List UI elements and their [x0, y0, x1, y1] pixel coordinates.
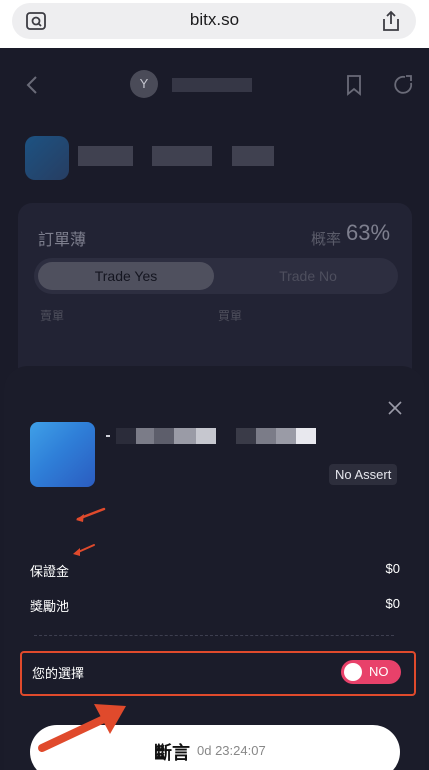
margin-value: $0: [385, 561, 400, 576]
tab-trade-no[interactable]: Trade No: [222, 262, 394, 290]
browser-address-bar: bitx.so: [0, 0, 429, 48]
share-icon[interactable]: [392, 74, 414, 96]
app-page: Y 訂單薄 概率 63% Trade Yes Trade No 賣單 買單 No…: [0, 48, 429, 770]
tab-trade-yes[interactable]: Trade Yes: [38, 262, 214, 290]
assert-button-label: 斷言: [154, 743, 190, 763]
probability-value: 63%: [346, 220, 391, 245]
column-buy: 買單: [218, 309, 243, 323]
annotation-arrow-button: [38, 704, 126, 752]
blurred-title-2: [152, 146, 212, 166]
annotation-arrow-margin: [76, 507, 106, 522]
market-thumbnail: [30, 422, 95, 487]
yes-no-toggle[interactable]: NO: [341, 660, 401, 684]
reward-pool-label: 獎勵池: [30, 600, 70, 615]
probability-label: 概率: [311, 230, 342, 248]
bookmark-icon[interactable]: [345, 74, 363, 96]
share-icon[interactable]: [380, 9, 402, 33]
blurred-title-1: [78, 146, 133, 166]
margin-label: 保證金: [30, 565, 70, 580]
dashed-divider: [34, 635, 394, 636]
trade-tabs: Trade Yes Trade No: [34, 258, 398, 294]
choice-label: 您的選擇: [32, 667, 85, 682]
market-thumbnail-small: [25, 136, 69, 180]
chevron-left-icon[interactable]: [24, 74, 40, 96]
toggle-knob: [344, 663, 362, 681]
toggle-text: NO: [369, 664, 389, 679]
orderbook-title: 訂單薄: [38, 230, 87, 249]
annotation-arrow-reward: [73, 544, 95, 556]
blurred-username: [172, 78, 252, 92]
blurred-market-title: [106, 428, 316, 444]
avatar[interactable]: Y: [130, 70, 158, 98]
blurred-title-3: [232, 146, 274, 166]
countdown-timer: 0d 23:24:07: [197, 743, 266, 758]
status-badge: No Assert: [329, 464, 398, 485]
reward-pool-value: $0: [385, 596, 400, 611]
column-sell: 賣單: [40, 309, 65, 323]
choice-row: 您的選擇 NO: [20, 651, 416, 696]
url-text[interactable]: bitx.so: [0, 10, 429, 30]
close-icon[interactable]: [387, 400, 403, 416]
